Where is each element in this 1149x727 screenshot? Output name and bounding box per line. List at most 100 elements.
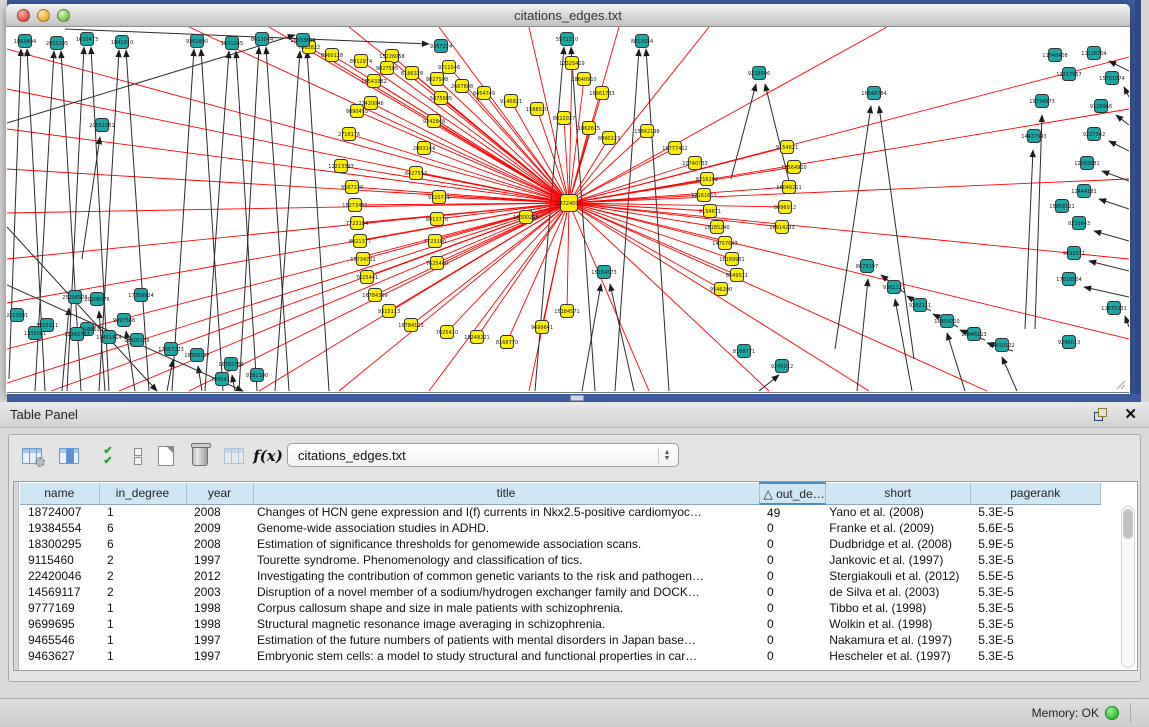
graph-node-label: 8549511 — [726, 273, 748, 279]
graph-node-label: 12444181 — [1071, 189, 1096, 195]
table-cell: 1 — [99, 616, 186, 632]
panel-splitter[interactable] — [7, 394, 1141, 402]
graph-node-label: 16784123 — [398, 323, 423, 329]
table-cell: 1 — [99, 648, 186, 664]
table-cell: 5.5E-5 — [970, 568, 1100, 584]
graph-node-label: 9218506 — [748, 71, 770, 77]
delete-table-button[interactable] — [185, 441, 215, 471]
splitter-grip-icon[interactable] — [570, 395, 584, 401]
column-header[interactable]: name — [20, 483, 99, 504]
graph-node-label: 18640910 — [571, 77, 596, 83]
graph-node-label: 8427552 — [405, 171, 427, 177]
table-cell: 9465546 — [20, 632, 99, 648]
graph-node-label: 8186328 — [401, 71, 423, 77]
network-view-window[interactable]: citations_edges.txt 76638228960128891297… — [6, 4, 1130, 394]
table-row[interactable]: 1456911722003Disruption of a novel membe… — [20, 584, 1100, 600]
window-titlebar[interactable]: citations_edges.txt — [6, 4, 1130, 27]
column-header[interactable]: in_degree — [99, 483, 186, 504]
table-row[interactable]: 1938455462009Genome-wide association stu… — [20, 520, 1100, 536]
table-cell: 1997 — [186, 632, 253, 648]
table-row[interactable]: 946554611997Estimation of the future num… — [20, 632, 1100, 648]
graph-node-label: 9242848 — [423, 119, 445, 125]
graph-node-label: 9245013 — [1058, 340, 1080, 346]
table-cell: Tourette syndrome. Phenomenology and cla… — [253, 552, 759, 568]
graph-node-label: 16954210 — [934, 319, 959, 325]
table-cell: 22420046 — [20, 568, 99, 584]
node-table[interactable]: namein_degreeyeartitle△ out_de…shortpage… — [13, 481, 1138, 671]
import-columns-button[interactable]: ✔✔ — [93, 441, 123, 471]
memory-ok-icon — [1105, 706, 1119, 720]
graph-node-label: 16961733 — [589, 91, 614, 97]
table-cell: Jankovic et al. (1997) — [825, 552, 970, 568]
graph-node-label: 18564910 — [781, 165, 806, 171]
import-columns-icon: ✔✔ — [103, 446, 112, 466]
table-cell: Wolkin et al. (1998) — [825, 616, 970, 632]
graph-node-label: 9382100 — [246, 373, 268, 379]
graph-node-label: 5875685 — [430, 96, 452, 102]
table-cell: 5.3E-5 — [970, 648, 1100, 664]
table-cell: 6 — [99, 520, 186, 536]
table-panel-body: ✔✔ f(x) citations_edges.txt — [8, 434, 1141, 682]
graph-node-label: 8168771 — [733, 349, 755, 355]
float-panel-icon[interactable] — [1093, 407, 1109, 423]
table-row[interactable]: 2242004622012Investigating the contribut… — [20, 568, 1100, 584]
graph-node-label: 8216202 — [696, 177, 718, 183]
new-table-button[interactable] — [151, 441, 181, 471]
table-cell: de Silva et al. (2003) — [825, 584, 970, 600]
column-header[interactable]: title — [253, 483, 759, 504]
table-row[interactable]: 1830029562008Estimation of significance … — [20, 536, 1100, 552]
table-row[interactable]: 911546021997Tourette syndrome. Phenomeno… — [20, 552, 1100, 568]
column-header[interactable]: △ out_de… — [759, 483, 825, 504]
graph-node-label: 20206576 — [84, 297, 109, 303]
table-cell: 1998 — [186, 616, 253, 632]
graph-node-label: 12213393 — [328, 164, 353, 170]
resize-grip[interactable] — [1117, 381, 1125, 389]
graph-node-label: 9382111 — [909, 303, 931, 309]
table-cell: Yano et al. (2008) — [825, 504, 970, 520]
graph-node-label: 12093881 — [1074, 161, 1099, 167]
function-builder-button[interactable]: f(x) — [253, 441, 283, 471]
table-cell: 9115460 — [20, 552, 99, 568]
scrollbar-thumb[interactable] — [1123, 509, 1133, 539]
delete-table-icon — [192, 446, 208, 466]
graph-node-label: 9154621 — [776, 145, 798, 151]
table-row[interactable]: 946362711997Embryonic stem cells: a mode… — [20, 648, 1100, 664]
table-cell: 2 — [99, 552, 186, 568]
table-cell: 1 — [99, 504, 186, 520]
column-header[interactable]: short — [825, 483, 970, 504]
table-vertical-scrollbar[interactable] — [1121, 506, 1135, 668]
column-select-button[interactable] — [54, 441, 84, 471]
graph-node-label: 12505135 — [124, 338, 149, 344]
graph-node-label: 11548408 — [1042, 53, 1067, 59]
new-table-icon — [158, 446, 174, 466]
table-cell: 2008 — [186, 504, 253, 520]
table-row[interactable]: 1872400712008Changes of HCN gene express… — [20, 504, 1100, 520]
graph-node-label: 10740733 — [682, 161, 707, 167]
table-selector-dropdown[interactable]: citations_edges.txt ▲▼ — [287, 443, 679, 467]
network-graph[interactable]: 7663822896012889129741522605898275051654… — [7, 27, 1129, 393]
column-header[interactable]: pagerank — [970, 483, 1100, 504]
table-cell: 19384554 — [20, 520, 99, 536]
network-canvas[interactable]: 7663822896012889129741522605898275051654… — [7, 27, 1129, 393]
table-panel-header: Table Panel ✕ — [0, 402, 1149, 428]
rows-button[interactable] — [123, 441, 153, 471]
table-toolbar: ✔✔ f(x) citations_edges.txt — [9, 435, 1140, 477]
table-cell: 1997 — [186, 552, 253, 568]
graph-node-label: 8096012 — [774, 205, 796, 211]
graph-node-label: 15734731 — [350, 257, 375, 263]
graph-node-label: 1863404 — [14, 39, 36, 45]
graph-node-label: 2718176 — [338, 132, 360, 138]
table-row[interactable]: 969969511998Structural magnetic resonanc… — [20, 616, 1100, 632]
column-header[interactable]: year — [186, 483, 253, 504]
graph-node-label: 12450122 — [989, 343, 1014, 349]
table-settings-icon — [22, 448, 42, 464]
graph-node-label: 9210643 — [1068, 221, 1090, 227]
graph-node-label: 9320711 — [428, 195, 450, 201]
table-settings-button[interactable] — [17, 441, 47, 471]
graph-node-label: 16648784 — [861, 91, 886, 97]
graph-node-label: 1862615 — [578, 126, 600, 132]
close-panel-icon[interactable]: ✕ — [1124, 405, 1137, 423]
table-cell: Stergiakouli et al. (2012) — [825, 568, 970, 584]
graph-node-label: 18724007 — [556, 201, 581, 207]
table-row[interactable]: 977716911998Corpus callosum shape and si… — [20, 600, 1100, 616]
